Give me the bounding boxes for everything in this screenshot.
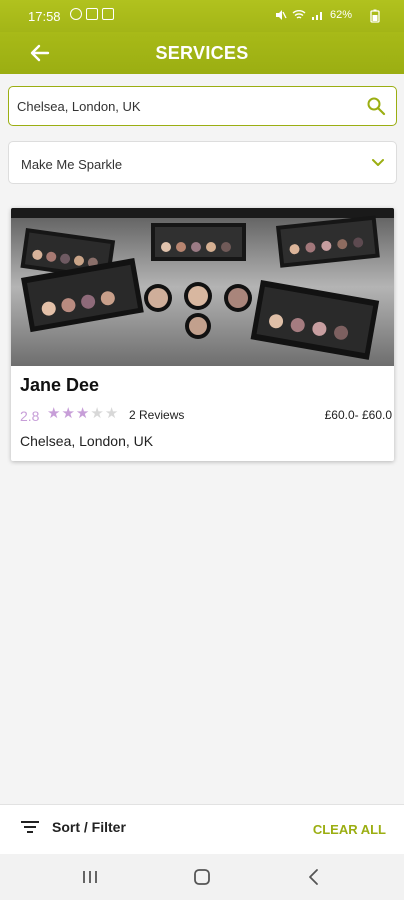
review-count[interactable]: 2 Reviews xyxy=(129,408,184,422)
category-select-value: Make Me Sparkle xyxy=(21,157,123,172)
star-icon: ★ xyxy=(61,405,75,422)
status-bar: 17:58 62% xyxy=(0,0,404,32)
sort-filter-bar: Sort / Filter CLEAR ALL xyxy=(0,804,404,854)
price-range: £60.0- £60.0 xyxy=(324,408,392,422)
signal-icon xyxy=(311,12,322,20)
provider-name: Jane Dee xyxy=(20,375,100,395)
battery-percent: 62% xyxy=(329,9,352,21)
provider-location: Chelsea, London, UK xyxy=(20,433,154,449)
screen-icon xyxy=(102,8,114,20)
status-time: 17:58 xyxy=(28,9,61,24)
search-icon[interactable] xyxy=(366,96,386,116)
app-header: SERVICES xyxy=(0,32,404,74)
sort-filter-button[interactable]: Sort / Filter xyxy=(20,819,126,835)
makeup-palettes-photo xyxy=(11,208,394,366)
wifi-icon xyxy=(292,10,306,19)
notification-icon xyxy=(70,8,82,20)
gallery-icon xyxy=(86,8,98,20)
rating-value: 2.8 xyxy=(20,408,40,424)
mute-icon xyxy=(275,10,287,20)
status-notification-icons xyxy=(70,8,114,20)
battery-icon xyxy=(370,9,380,23)
recent-apps-icon[interactable] xyxy=(80,868,100,886)
back-icon[interactable] xyxy=(304,868,324,886)
home-icon[interactable] xyxy=(192,868,212,886)
location-search-input[interactable] xyxy=(17,87,357,125)
clear-all-button[interactable]: CLEAR ALL xyxy=(313,822,386,837)
status-system-icons: 62% xyxy=(275,9,352,21)
system-nav-bar xyxy=(0,854,404,900)
star-icon: ★ xyxy=(90,405,104,422)
star-icon: ★ xyxy=(47,405,61,422)
sort-filter-label: Sort / Filter xyxy=(52,819,126,835)
category-select[interactable]: Make Me Sparkle xyxy=(8,141,397,184)
filter-icon xyxy=(21,821,39,833)
chevron-down-icon xyxy=(372,159,384,166)
rating-stars: ★ ★ ★ ★ ★ xyxy=(47,405,118,423)
star-icon: ★ xyxy=(75,405,90,422)
service-card[interactable]: Jane Dee 2.8 ★ ★ ★ ★ ★ 2 Reviews £60.0- … xyxy=(11,208,394,461)
location-search-box xyxy=(8,86,397,126)
page-title: SERVICES xyxy=(155,43,249,63)
star-icon: ★ xyxy=(104,405,119,422)
